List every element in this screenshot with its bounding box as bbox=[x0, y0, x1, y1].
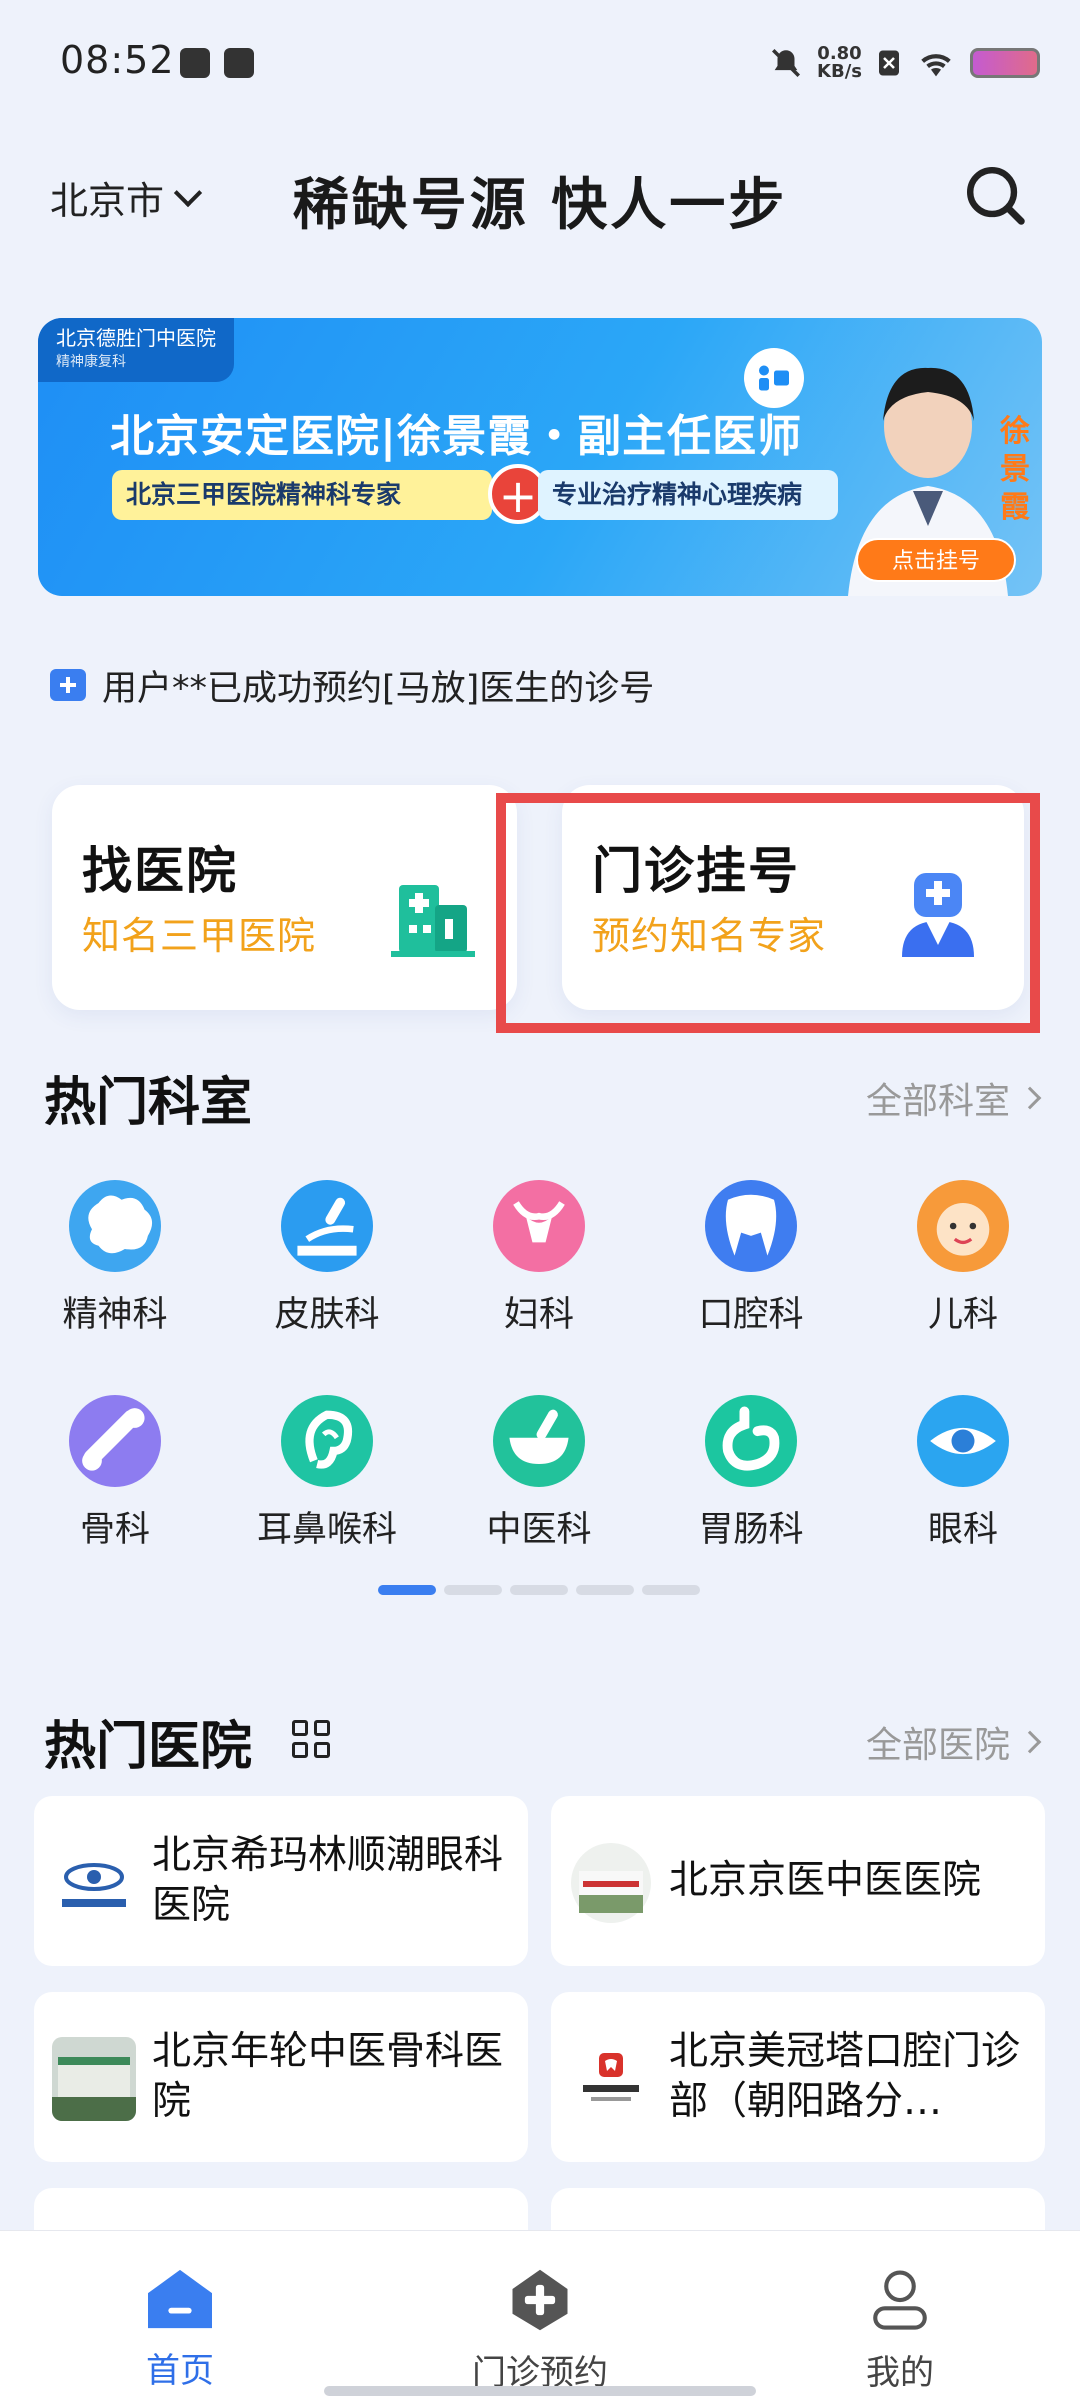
department-label: 口腔科 bbox=[698, 1295, 804, 1335]
hospital-card[interactable]: 北京美冠塔口腔门诊部（朝阳路分… bbox=[551, 1992, 1045, 2162]
hospital-building-icon bbox=[391, 885, 475, 957]
grid-view-icon[interactable] bbox=[292, 1720, 330, 1758]
hospital-card[interactable]: 北京希玛林顺潮眼科医院 bbox=[34, 1796, 528, 1966]
stomach-icon bbox=[705, 1395, 797, 1487]
find-hospital-card[interactable]: 找医院 知名三甲医院 bbox=[52, 785, 517, 1010]
banner-pill-right: 专业治疗精神心理疾病 bbox=[538, 470, 838, 520]
pager-dot bbox=[444, 1585, 502, 1595]
mute-bell-icon bbox=[772, 48, 801, 78]
pager-dot bbox=[576, 1585, 634, 1595]
mortar-icon bbox=[493, 1395, 585, 1487]
page-slogan: 稀缺号源 快人一步 bbox=[292, 173, 788, 238]
nav-home-label: 首页 bbox=[146, 2351, 214, 2391]
booking-ticker: 用户**已成功预约[马放]医生的诊号 bbox=[50, 660, 654, 710]
hospitals-title: 热门医院 bbox=[44, 1717, 253, 1777]
banner-vertical-name: 徐景霞 bbox=[1000, 414, 1030, 525]
net-speed-unit: KB/s bbox=[817, 61, 862, 82]
notification-mail-icon bbox=[224, 48, 254, 78]
department-item[interactable]: 耳鼻喉科 bbox=[237, 1395, 417, 1552]
hospital-name: 北京京医中医医院 bbox=[669, 1858, 982, 1903]
status-time: 08:52 bbox=[60, 38, 175, 82]
department-item[interactable]: 皮肤科 bbox=[237, 1180, 417, 1337]
consult-icon bbox=[744, 348, 804, 408]
ear-icon bbox=[281, 1395, 373, 1487]
dental-clinic-logo-image bbox=[569, 2037, 653, 2121]
eye-icon bbox=[917, 1395, 1009, 1487]
medical-cross-icon bbox=[512, 2269, 568, 2331]
ticker-text: 用户**已成功预约[马放]医生的诊号 bbox=[102, 668, 655, 709]
department-label: 皮肤科 bbox=[274, 1295, 380, 1335]
bone-icon bbox=[69, 1395, 161, 1487]
department-item[interactable]: 胃肠科 bbox=[661, 1395, 841, 1552]
net-speed: 0.80 KB/s bbox=[817, 45, 862, 81]
bottom-navigation: 首页 门诊预约 我的 bbox=[0, 2230, 1080, 2408]
pager-dot bbox=[510, 1585, 568, 1595]
banner-title: 北京安定医院|徐景霞・副主任医师 bbox=[110, 411, 803, 462]
hospital-logo-image bbox=[571, 1843, 651, 1923]
department-label: 耳鼻喉科 bbox=[256, 1510, 397, 1550]
hospital-name: 北京希玛林顺潮眼科医院 bbox=[152, 1833, 504, 1928]
hospital-logo-eye-image bbox=[52, 1841, 136, 1925]
banner-tag-sub: 精神康复科 bbox=[56, 354, 126, 370]
all-hospitals-link[interactable]: 全部医院 bbox=[865, 1716, 1042, 1768]
find-hospital-subtitle: 知名三甲医院 bbox=[82, 914, 317, 958]
all-departments-link[interactable]: 全部科室 bbox=[865, 1072, 1042, 1124]
department-pager bbox=[378, 1585, 700, 1595]
wifi-icon bbox=[921, 54, 951, 77]
hospital-card[interactable]: 北京京医中医医院 bbox=[551, 1796, 1045, 1966]
department-item[interactable]: 精神科 bbox=[25, 1180, 205, 1337]
all-departments-label: 全部科室 bbox=[865, 1081, 1010, 1122]
baby-face-icon bbox=[917, 1180, 1009, 1272]
department-item[interactable]: 妇科 bbox=[449, 1180, 629, 1337]
department-label: 儿科 bbox=[927, 1295, 998, 1335]
hospital-name: 北京年轮中医骨科医院 bbox=[152, 2029, 504, 2124]
user-icon bbox=[873, 2270, 927, 2330]
banner-hospital-tag: 北京德胜门中医院 精神康复科 bbox=[38, 318, 234, 382]
status-right-group: 0.80 KB/s bbox=[769, 40, 1040, 86]
highlight-box bbox=[496, 793, 1040, 1033]
department-item[interactable]: 口腔科 bbox=[661, 1180, 841, 1337]
department-label: 骨科 bbox=[79, 1510, 150, 1550]
home-icon bbox=[148, 2269, 212, 2329]
promo-banner[interactable]: 北京德胜门中医院 精神康复科 北京安定医院|徐景霞・副主任医师 北京三甲医院精神… bbox=[38, 318, 1042, 596]
banner-pill-left: 北京三甲医院精神科专家 bbox=[112, 470, 492, 520]
brain-icon bbox=[69, 1180, 161, 1272]
department-item[interactable]: 骨科 bbox=[25, 1395, 205, 1552]
skin-care-icon bbox=[281, 1180, 373, 1272]
find-hospital-title: 找医院 bbox=[82, 842, 238, 900]
battery-icon bbox=[970, 48, 1040, 78]
department-item[interactable]: 眼科 bbox=[873, 1395, 1053, 1552]
department-label: 眼科 bbox=[927, 1510, 998, 1550]
hospital-name: 北京美冠塔口腔门诊部（朝阳路分… bbox=[669, 2029, 1021, 2124]
uterus-icon bbox=[493, 1180, 585, 1272]
pager-dot bbox=[642, 1585, 700, 1595]
banner-tag-text: 北京德胜门中医院 bbox=[56, 326, 216, 350]
search-icon[interactable] bbox=[960, 160, 1030, 230]
nav-mine-label: 我的 bbox=[866, 2353, 934, 2393]
nav-home[interactable]: 首页 bbox=[80, 2267, 280, 2392]
pager-dot bbox=[378, 1585, 436, 1595]
chevron-right-icon bbox=[1018, 1730, 1042, 1754]
chevron-right-icon bbox=[1018, 1086, 1042, 1110]
department-label: 精神科 bbox=[62, 1295, 168, 1335]
medical-kit-icon bbox=[50, 669, 86, 701]
notification-app-icon bbox=[180, 48, 210, 78]
top-header: 北京市 稀缺号源 快人一步 bbox=[0, 150, 1080, 280]
department-label: 中医科 bbox=[486, 1510, 592, 1550]
nav-mine[interactable]: 我的 bbox=[800, 2267, 1000, 2394]
tooth-icon bbox=[705, 1180, 797, 1272]
banner-register-button[interactable]: 点击挂号 bbox=[856, 538, 1016, 582]
sim-off-icon bbox=[879, 50, 899, 76]
all-hospitals-label: 全部医院 bbox=[865, 1725, 1010, 1766]
department-label: 妇科 bbox=[503, 1295, 574, 1335]
hospital-building-image bbox=[52, 2037, 136, 2121]
department-label: 胃肠科 bbox=[698, 1510, 804, 1550]
gesture-home-bar[interactable] bbox=[324, 2386, 756, 2396]
department-item[interactable]: 儿科 bbox=[873, 1180, 1053, 1337]
departments-title: 热门科室 bbox=[44, 1073, 253, 1133]
nav-outpatient[interactable]: 门诊预约 bbox=[440, 2267, 640, 2394]
department-item[interactable]: 中医科 bbox=[449, 1395, 629, 1552]
hospital-card[interactable]: 北京年轮中医骨科医院 bbox=[34, 1992, 528, 2162]
status-bar: 08:52 0.80 KB/s bbox=[0, 0, 1080, 130]
